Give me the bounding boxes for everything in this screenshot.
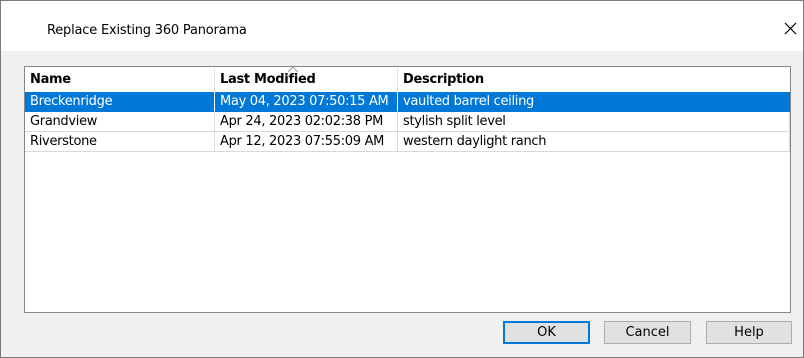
column-header-description[interactable]: Description [398, 67, 790, 92]
list-row[interactable]: Riverstone Apr 12, 2023 07:55:09 AM wester… [25, 132, 790, 152]
column-header-description-label: Description [403, 72, 484, 87]
column-header-name-label: Name [30, 72, 71, 87]
cell-name: Grandview [25, 112, 215, 132]
sort-ascending-icon [287, 67, 299, 73]
list-row[interactable]: Grandview Apr 24, 2023 02:02:38 PM stylish… [25, 112, 790, 132]
ok-button[interactable]: OK [503, 321, 590, 344]
column-header-last-modified-label: Last Modified [220, 72, 316, 87]
help-button[interactable]: Help [706, 321, 792, 344]
dialog-title: Replace Existing 360 Panorama [47, 23, 247, 38]
cell-description: western daylight ranch [398, 132, 790, 152]
cell-description: vaulted barrel ceiling [398, 92, 790, 112]
close-icon [784, 22, 797, 35]
cell-name: Breckenridge [25, 92, 215, 112]
cell-name: Riverstone [25, 132, 215, 152]
replace-panorama-dialog: Replace Existing 360 Panorama Name Last … [0, 0, 804, 358]
column-header-name[interactable]: Name [25, 67, 215, 92]
cancel-button[interactable]: Cancel [604, 321, 691, 344]
title-bar: Replace Existing 360 Panorama [1, 1, 803, 51]
cell-last-modified: Apr 24, 2023 02:02:38 PM [215, 112, 398, 132]
column-header-last-modified[interactable]: Last Modified [215, 67, 398, 92]
close-button[interactable] [777, 15, 803, 41]
list-header: Name Last Modified Description [25, 67, 790, 92]
panorama-list[interactable]: Name Last Modified Description Breckenri… [24, 66, 791, 313]
list-row[interactable]: Breckenridge May 04, 2023 07:50:15 AM vaul… [25, 92, 790, 112]
cell-last-modified: Apr 12, 2023 07:55:09 AM [215, 132, 398, 152]
cell-description: stylish split level [398, 112, 790, 132]
cell-last-modified: May 04, 2023 07:50:15 AM [215, 92, 398, 112]
